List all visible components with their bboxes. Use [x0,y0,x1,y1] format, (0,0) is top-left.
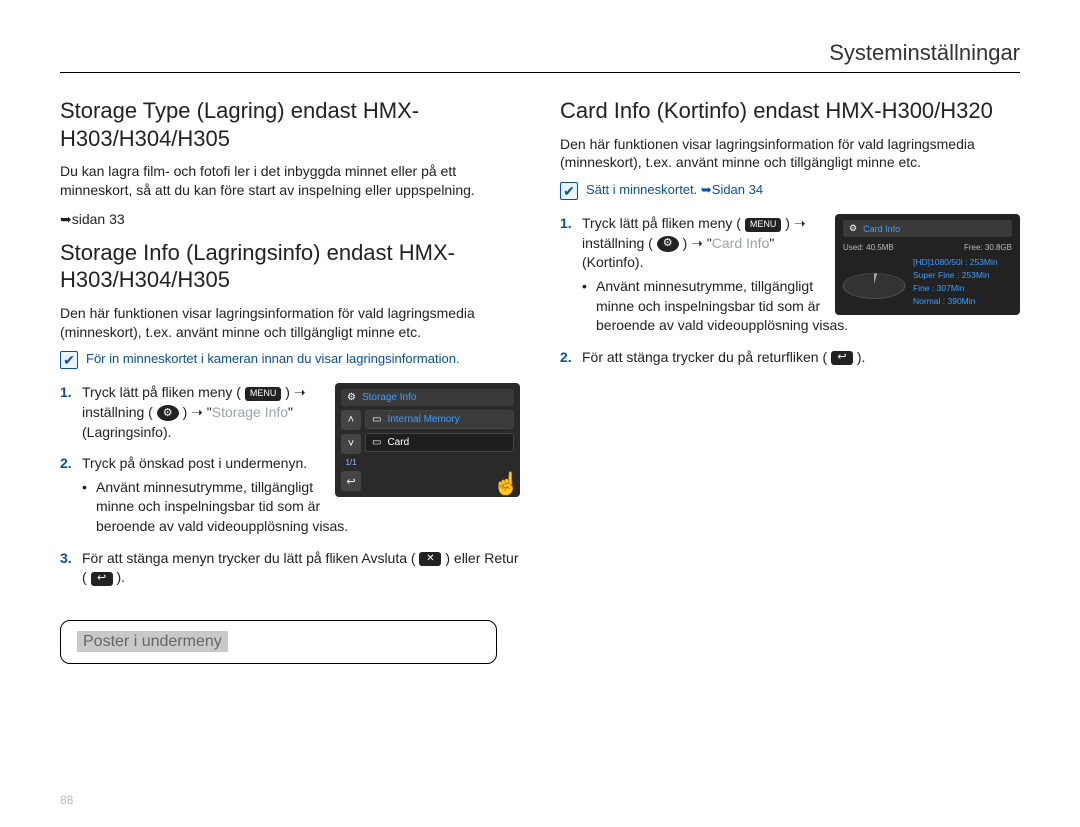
card-info-note: ✔ Sätt i minneskortet. ➥Sidan 34 [560,182,1020,200]
close-icon: ✕ [419,552,441,566]
storage-type-body: Du kan lagra film- och fotofi ler i det … [60,162,520,200]
card-info-steps-wrap: ⚙ Card Info Used: 40.5MB Free: 30.8GB [H… [560,214,1020,379]
storage-info-note: ✔ För in minneskortet i kameran innan du… [60,351,520,369]
menu-icon: MENU [245,387,282,401]
storage-info-step-2-bullet: Använt minnesutrymme, tillgängligt minne… [82,478,520,537]
submenu-label: Poster i undermeny [77,631,228,652]
page-number: 88 [60,793,73,807]
storage-info-step-2: Tryck på önskad post i undermenyn. Använ… [60,454,520,536]
storage-type-pageref: ➥sidan 33 [60,210,520,229]
gear-icon: ⚙ [157,405,179,421]
storage-info-heading: Storage Info (Lagringsinfo) endast HMX-H… [60,239,520,294]
storage-info-note-text: För in minneskortet i kameran innan du v… [86,351,460,368]
check-icon: ✔ [560,182,578,200]
submenu-box: Poster i undermeny [60,620,497,664]
right-column: Card Info (Kortinfo) endast HMX-H300/H32… [560,97,1020,664]
storage-type-heading: Storage Type (Lagring) endast HMX-H303/H… [60,97,520,152]
card-info-step-2: För att stänga trycker du på returfliken… [560,348,1020,368]
page-header: Systeminställningar [60,40,1020,73]
storage-info-steps: Tryck lätt på fliken meny ( MENU ) ➝ ins… [60,383,520,587]
storage-info-step-1: Tryck lätt på fliken meny ( MENU ) ➝ ins… [60,383,520,442]
return-icon: ↩ [831,351,853,365]
header-title: Systeminställningar [829,40,1020,65]
gear-icon: ⚙ [657,236,679,252]
storage-info-body: Den här funktionen visar lagringsinforma… [60,304,520,342]
check-icon: ✔ [60,351,78,369]
storage-info-step-3: För att stänga menyn trycker du lätt på … [60,549,520,588]
card-info-body: Den här funktionen visar lagringsinforma… [560,135,1020,173]
card-info-heading: Card Info (Kortinfo) endast HMX-H300/H32… [560,97,1020,125]
card-info-step-1: Tryck lätt på fliken meny ( MENU ) ➝ ins… [560,214,1020,336]
card-info-note-text: Sätt i minneskortet. ➥Sidan 34 [586,182,763,199]
card-info-step-1-bullet: Använt minnesutrymme, tillgängligt minne… [582,277,1020,336]
left-column: Storage Type (Lagring) endast HMX-H303/H… [60,97,520,664]
return-icon: ↩ [91,572,113,586]
two-column-layout: Storage Type (Lagring) endast HMX-H303/H… [60,97,1020,664]
card-info-steps: Tryck lätt på fliken meny ( MENU ) ➝ ins… [560,214,1020,367]
storage-info-steps-wrap: ⚙ Storage Info ˄ ˅ 1/1 ↩ ▭ Internal Memo… [60,383,520,599]
menu-icon: MENU [745,218,782,232]
